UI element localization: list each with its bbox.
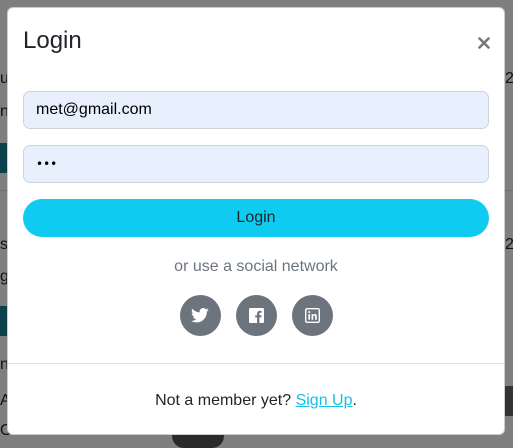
modal-footer: Not a member yet? Sign Up. xyxy=(8,363,504,434)
signup-prompt-period: . xyxy=(352,392,357,409)
close-button[interactable] xyxy=(472,28,496,52)
modal-title: Login xyxy=(23,27,82,54)
login-button[interactable]: Login xyxy=(23,199,489,237)
linkedin-icon xyxy=(304,308,320,323)
linkedin-button[interactable] xyxy=(291,295,333,336)
social-buttons xyxy=(23,295,489,336)
login-modal: Login Login or use a social network xyxy=(7,7,505,435)
facebook-icon xyxy=(248,308,264,323)
password-field[interactable] xyxy=(23,145,489,183)
facebook-button[interactable] xyxy=(235,295,277,336)
close-icon xyxy=(478,37,490,49)
twitter-button[interactable] xyxy=(179,295,221,336)
twitter-icon xyxy=(191,308,209,323)
modal-header: Login xyxy=(8,8,504,72)
modal-body: Login or use a social network xyxy=(23,91,489,336)
social-caption: or use a social network xyxy=(174,258,338,275)
signup-prompt-text: Not a member yet? xyxy=(155,392,296,409)
signup-prompt: Not a member yet? Sign Up. xyxy=(8,391,504,411)
signup-link[interactable]: Sign Up xyxy=(296,392,353,409)
email-field[interactable] xyxy=(23,91,489,129)
